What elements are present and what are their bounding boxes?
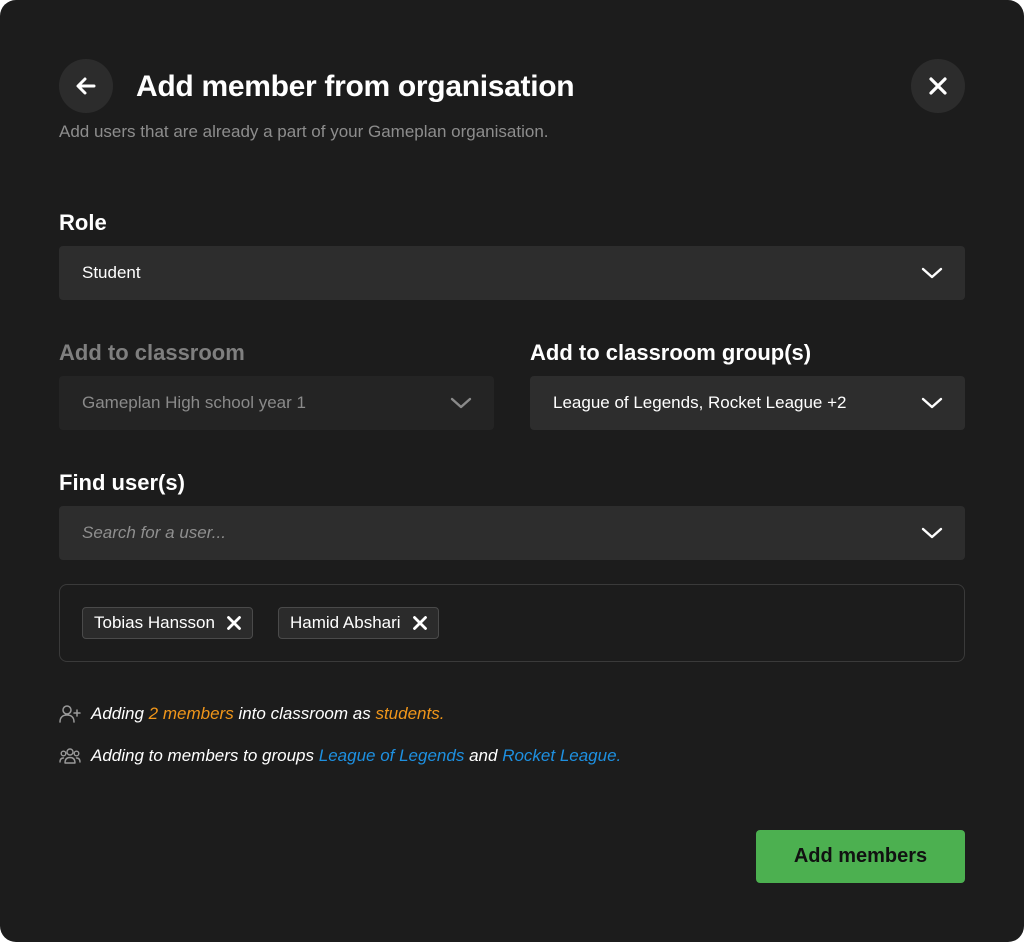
role-value: Student <box>82 263 141 282</box>
arrow-left-icon <box>76 77 96 95</box>
users-group-icon <box>59 745 81 767</box>
search-placeholder: Search for a user... <box>82 523 226 542</box>
member-count: 2 members <box>148 704 234 723</box>
chip-label: Tobias Hansson <box>94 613 215 632</box>
classroom-label: Add to classroom <box>59 340 245 365</box>
groups-value: League of Legends, Rocket League +2 <box>553 393 847 412</box>
summary-text: Adding <box>91 704 144 723</box>
page-title: Add member from organisation <box>136 70 575 103</box>
chevron-down-icon <box>921 397 943 409</box>
summary-members: Adding 2 members into classroom as stude… <box>59 703 444 725</box>
x-icon <box>412 616 427 630</box>
group-link[interactable]: Rocket League. <box>502 746 621 766</box>
close-button[interactable] <box>911 59 965 113</box>
summary-text: into classroom as <box>238 704 371 723</box>
add-member-modal: Add member from organisation Add users t… <box>0 0 1024 942</box>
chevron-down-icon <box>450 397 472 409</box>
remove-user-button[interactable] <box>226 615 242 631</box>
groups-label: Add to classroom group(s) <box>530 340 812 365</box>
role-select[interactable]: Student <box>59 246 965 300</box>
x-icon <box>227 616 241 630</box>
close-icon <box>929 77 947 95</box>
user-chip: Tobias Hansson <box>82 607 253 639</box>
summary-groups: Adding to members to groups League of Le… <box>59 745 621 767</box>
groups-select[interactable]: League of Legends, Rocket League +2 <box>530 376 965 430</box>
back-button[interactable] <box>59 59 113 113</box>
chevron-down-icon <box>921 527 943 539</box>
group-link[interactable]: League of Legends <box>319 746 465 766</box>
role-highlight: students. <box>375 704 445 723</box>
chevron-down-icon <box>921 267 943 279</box>
user-plus-icon <box>59 703 81 725</box>
find-users-label: Find user(s) <box>59 470 185 495</box>
user-search-input[interactable]: Search for a user... <box>59 506 965 560</box>
add-members-button[interactable]: Add members <box>756 830 965 883</box>
user-chip: Hamid Abshari <box>278 607 439 639</box>
role-label: Role <box>59 210 107 235</box>
classroom-value: Gameplan High school year 1 <box>82 393 306 412</box>
page-subtitle: Add users that are already a part of you… <box>59 122 549 141</box>
summary-text: Adding to members to groups <box>91 746 315 765</box>
summary-text: and <box>469 746 498 765</box>
remove-user-button[interactable] <box>412 615 428 631</box>
chip-label: Hamid Abshari <box>290 613 401 632</box>
classroom-select: Gameplan High school year 1 <box>59 376 494 430</box>
